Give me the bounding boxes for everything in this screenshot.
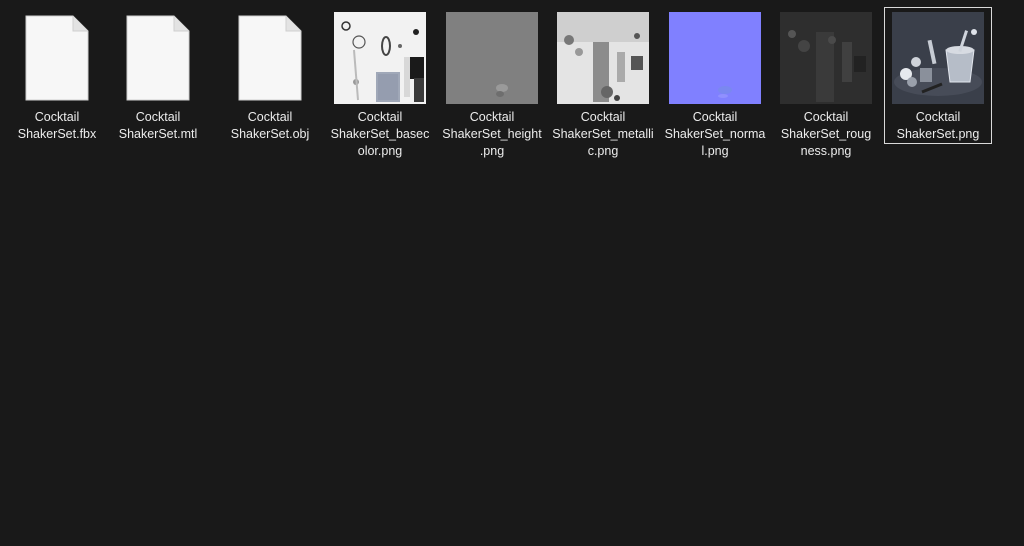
file-item-render[interactable]: Cocktail ShakerSet.png	[884, 7, 992, 144]
file-item-basecolor[interactable]: Cocktail ShakerSet_basec olor.png	[326, 7, 434, 158]
file-name: Cocktail ShakerSet.obj	[230, 110, 310, 141]
render-thumbnail	[892, 12, 984, 104]
file-item-obj[interactable]: Cocktail ShakerSet.obj	[216, 7, 324, 144]
metallic-thumbnail	[557, 12, 649, 104]
file-name: Cocktail ShakerSet.fbx	[17, 110, 97, 141]
file-item-normal[interactable]: Cocktail ShakerSet_norma l.png	[661, 7, 769, 158]
document-icon	[11, 12, 103, 104]
file-name: Cocktail ShakerSet_roug ness.png	[780, 110, 872, 158]
normal-thumbnail	[669, 12, 761, 104]
file-item-mtl[interactable]: Cocktail ShakerSet.mtl	[104, 7, 212, 144]
basecolor-thumbnail	[334, 12, 426, 104]
file-name: Cocktail ShakerSet_height .png	[442, 110, 542, 158]
file-item-roughness[interactable]: Cocktail ShakerSet_roug ness.png	[772, 7, 880, 158]
file-name: Cocktail ShakerSet_metalli c.png	[552, 110, 654, 158]
file-item-fbx[interactable]: Cocktail ShakerSet.fbx	[3, 7, 111, 144]
file-name: Cocktail ShakerSet_norma l.png	[664, 110, 766, 158]
file-name: Cocktail ShakerSet.png	[896, 110, 980, 141]
file-item-metallic[interactable]: Cocktail ShakerSet_metalli c.png	[549, 7, 657, 158]
file-name: Cocktail ShakerSet_basec olor.png	[330, 110, 430, 158]
document-icon	[224, 12, 316, 104]
roughness-thumbnail	[780, 12, 872, 104]
file-grid: Cocktail ShakerSet.fbx Cocktail ShakerSet.…	[0, 0, 1024, 546]
file-name: Cocktail ShakerSet.mtl	[118, 110, 198, 141]
document-icon	[112, 12, 204, 104]
height-thumbnail	[446, 12, 538, 104]
file-item-height[interactable]: Cocktail ShakerSet_height .png	[438, 7, 546, 158]
